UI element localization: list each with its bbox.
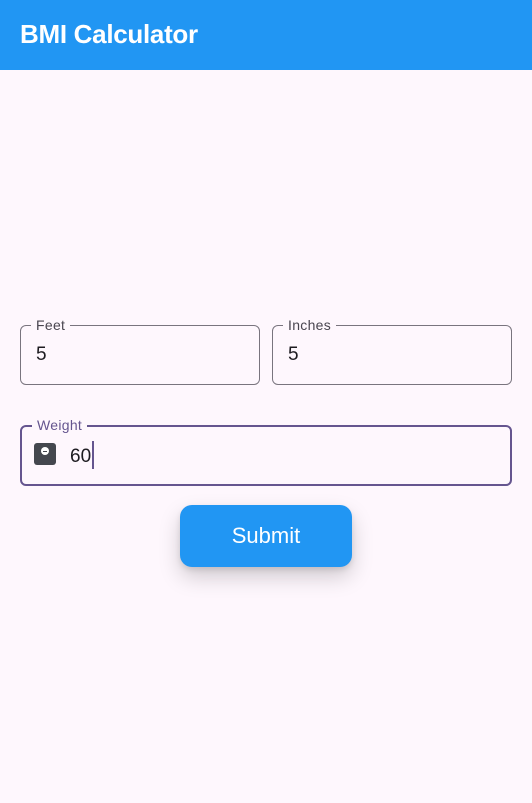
feet-label: Feet	[31, 316, 71, 334]
weight-value-wrap: 60	[70, 441, 95, 471]
inches-value: 5	[288, 344, 299, 365]
text-cursor	[92, 441, 95, 469]
app-bar: BMI Calculator	[0, 0, 532, 70]
weight-label: Weight	[32, 416, 88, 434]
app-title: BMI Calculator	[20, 19, 198, 49]
inches-field[interactable]: Inches 5	[272, 316, 512, 385]
feet-field[interactable]: Feet 5	[20, 316, 260, 385]
feet-value: 5	[36, 344, 47, 365]
scale-icon	[34, 443, 56, 465]
submit-button[interactable]: Submit	[180, 505, 352, 567]
inches-label: Inches	[283, 316, 337, 334]
weight-value: 60	[70, 446, 92, 468]
weight-field[interactable]: Weight 60	[20, 416, 512, 486]
